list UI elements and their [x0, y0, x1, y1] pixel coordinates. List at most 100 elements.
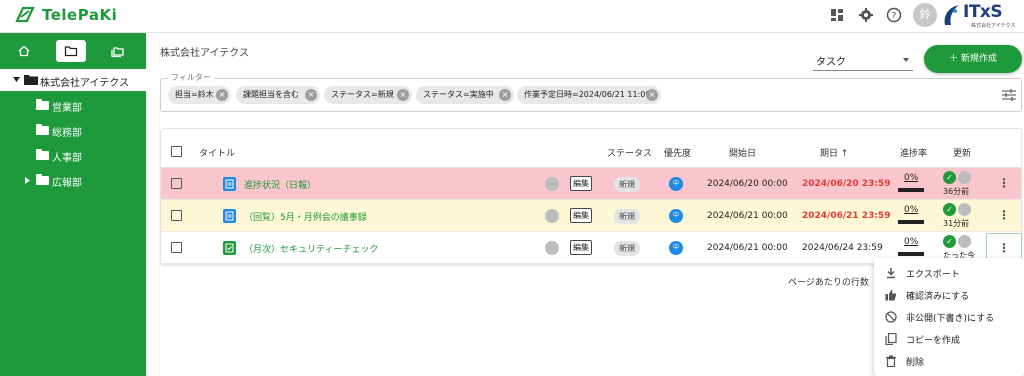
row-checkbox[interactable] [171, 178, 182, 189]
progress-bar [898, 188, 924, 192]
leaf-logo-icon [15, 6, 35, 23]
column-header-status[interactable]: ステータス [607, 146, 652, 159]
folder-icon [64, 46, 78, 57]
column-header-progress[interactable]: 進捗率 [900, 146, 927, 159]
rows-per-page-label: ページあたりの行数 [788, 278, 869, 288]
home-icon [18, 45, 30, 57]
column-header-start[interactable]: 開始日 [729, 146, 756, 159]
gear-icon[interactable] [858, 7, 874, 23]
edit-button[interactable]: 編集 [570, 208, 592, 223]
check-icon: ✓ [943, 235, 956, 248]
menu-item-delete[interactable]: 削除 [874, 350, 1024, 372]
check-icon: ✓ [943, 171, 956, 184]
type-select[interactable]: タスク [813, 46, 913, 71]
type-select-value: タスク [816, 57, 846, 68]
sidebar-item-label: 人事部 [52, 153, 82, 164]
column-header-priority[interactable]: 優先度 [664, 146, 691, 159]
edit-button[interactable]: 編集 [570, 176, 592, 191]
caret-right-icon[interactable] [25, 177, 30, 184]
user-avatar-small [958, 171, 971, 184]
column-header-updated[interactable]: 更新 [953, 146, 971, 159]
filter-chip-scheduled-date[interactable]: 作業予定日時=2024/06/21 11:09 × [517, 86, 661, 104]
tab-home[interactable] [9, 40, 39, 62]
filter-chip-include-issue[interactable]: 課題担当を含む × [236, 86, 320, 104]
sidebar-item-label: 営業部 [52, 103, 82, 114]
daily-report-icon [223, 177, 236, 191]
priority-badge: 中 [669, 241, 683, 255]
task-title-link[interactable]: （月次）セキュリティーチェック [244, 242, 378, 255]
user-avatar-small [958, 203, 971, 216]
sidebar-item-pr[interactable]: 広報部 [0, 169, 146, 191]
new-create-button[interactable]: ＋ 新規作成 [924, 45, 1022, 73]
folder-icon [36, 124, 49, 135]
chip-label: 課題担当を含む [243, 90, 299, 99]
check-icon: ✓ [943, 203, 956, 216]
thumbs-up-icon [885, 289, 896, 301]
caret-down-icon[interactable] [13, 77, 20, 83]
copy-icon [885, 333, 897, 345]
menu-item-copy[interactable]: コピーを作成 [874, 328, 1024, 350]
menu-item-make-private[interactable]: 非公開(下書き)にする [874, 306, 1024, 328]
menu-item-mark-confirmed[interactable]: 確認済みにする [874, 284, 1024, 306]
help-icon[interactable]: ? [886, 7, 902, 23]
tab-folder[interactable] [56, 40, 86, 62]
progress-value[interactable]: 0% [904, 237, 918, 247]
status-badge: 新規 [614, 177, 640, 192]
brand-swoosh-icon [944, 5, 959, 25]
due-date: 2024/06/24 23:59 [802, 243, 883, 253]
app-name: TelePaKi [42, 6, 118, 24]
tune-icon[interactable] [1002, 89, 1016, 101]
filter-chip-status-active[interactable]: ステータス=実施中 × [416, 86, 514, 104]
task-title-link[interactable]: （回覧）5月・月例会の議事録 [244, 210, 367, 223]
chip-label: ステータス=新規 [331, 90, 394, 99]
tab-multi-folder[interactable] [103, 40, 133, 62]
app-logo[interactable]: TelePaKi [14, 5, 117, 25]
user-avatar-small [958, 235, 971, 248]
row-checkbox[interactable] [171, 210, 182, 221]
priority-badge: 中 [669, 177, 683, 191]
block-icon [885, 311, 897, 323]
tree-root-company[interactable]: 株式会社アイテクス [0, 69, 146, 91]
priority-badge: 中 [669, 209, 683, 223]
sidebar-item-general-affairs[interactable]: 総務部 [0, 119, 146, 141]
edit-button[interactable]: 編集 [570, 240, 592, 255]
menu-item-label: コピーを作成 [906, 336, 961, 346]
row-checkbox[interactable] [171, 242, 182, 253]
assignee-icon [545, 209, 559, 223]
close-icon[interactable]: × [646, 89, 658, 101]
select-all-checkbox[interactable] [171, 146, 182, 157]
close-icon[interactable]: × [216, 89, 228, 101]
progress-value[interactable]: 0% [904, 173, 918, 183]
more-vert-icon[interactable]: ⋮ [998, 209, 1010, 221]
sidebar-item-sales[interactable]: 営業部 [0, 94, 146, 116]
menu-item-export[interactable]: エクスポート [874, 262, 1024, 284]
assignee-icon [545, 177, 559, 191]
chip-label: ステータス=実施中 [423, 90, 494, 99]
progress-value[interactable]: 0% [904, 205, 918, 215]
chip-label: 作業予定日時=2024/06/21 11:09 [524, 90, 651, 99]
filter-chip-assignee[interactable]: 担当=鈴木 × [168, 86, 231, 104]
circulation-doc-icon [223, 209, 236, 223]
table-row[interactable]: （回覧）5月・月例会の議事録 編集 新規 中 2024/06/21 00:00 … [161, 200, 1021, 232]
download-icon [887, 268, 895, 279]
dashboard-icon[interactable] [829, 7, 845, 23]
task-title-link[interactable]: 進捗状況（日報） [244, 178, 316, 191]
filter-chip-status-new[interactable]: ステータス=新規 × [324, 86, 412, 104]
close-icon[interactable]: × [499, 89, 511, 101]
sidebar-item-hr[interactable]: 人事部 [0, 144, 146, 166]
more-vert-icon[interactable]: ⋮ [998, 177, 1010, 189]
chevron-down-icon [903, 58, 909, 62]
status-badge: 新規 [614, 241, 640, 256]
user-avatar[interactable]: 鈴 [913, 3, 937, 27]
close-icon[interactable]: × [305, 89, 317, 101]
sidebar-tabs [0, 33, 146, 68]
table-row[interactable]: 進捗状況（日報） 編集 新規 中 2024/06/20 00:00 2024/0… [161, 168, 1021, 200]
close-icon[interactable]: × [397, 89, 409, 101]
due-date: 2024/06/21 23:59 [802, 211, 891, 221]
checklist-icon [223, 241, 236, 255]
column-header-due[interactable]: 期日 ↑ [820, 146, 848, 159]
tree-root-label: 株式会社アイテクス [40, 78, 129, 89]
column-header-title[interactable]: タイトル [199, 146, 235, 159]
progress-bar [898, 220, 924, 224]
brand-name: ITxS [963, 2, 1003, 22]
